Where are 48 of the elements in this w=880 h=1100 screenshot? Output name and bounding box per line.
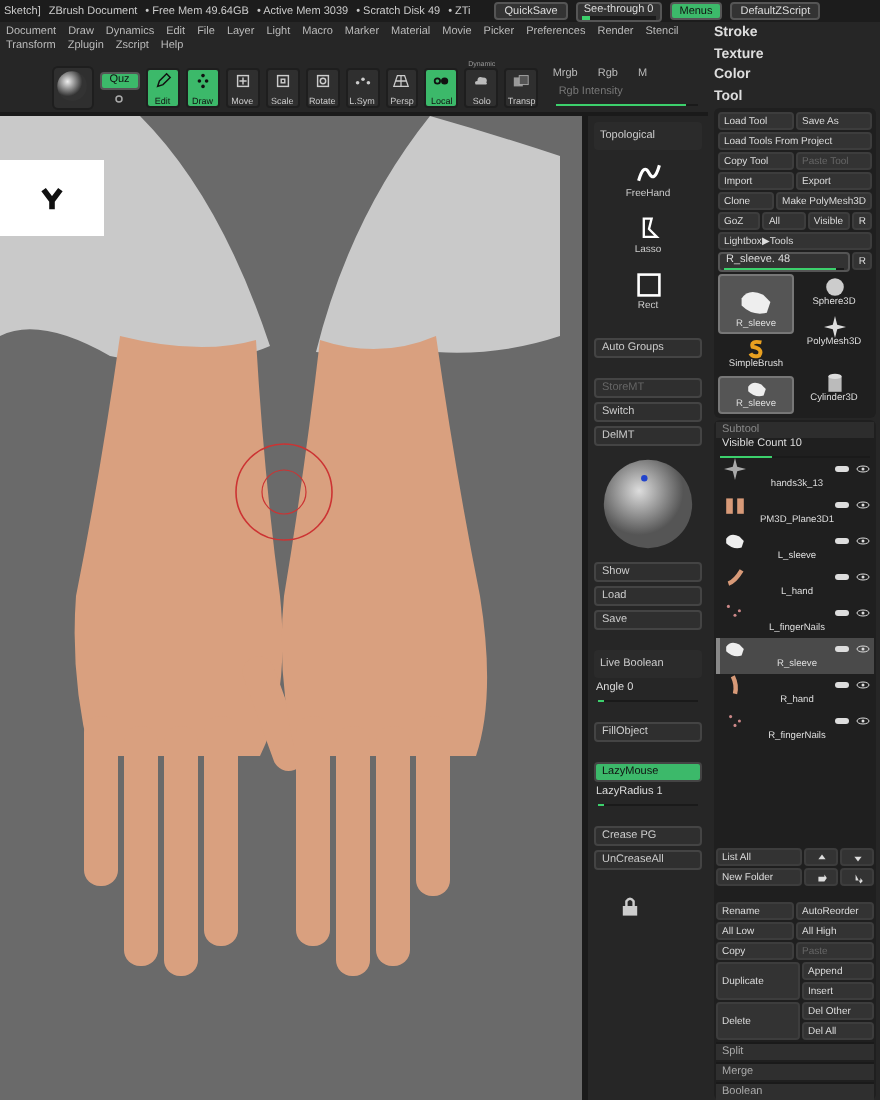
scribble-icon [635,160,661,186]
sleeve-icon [724,530,746,552]
arrow-button[interactable] [804,868,838,886]
toggle-icon [834,536,850,546]
arrow-icon [851,871,863,883]
star-icon [724,458,746,480]
arrow-button[interactable] [840,868,874,886]
eye-icon [856,500,870,510]
material-sphere-icon [602,458,694,550]
toggle-icon [834,464,850,474]
scale-icon [273,71,292,89]
arrow-icon [815,871,827,883]
navigation-panel[interactable] [0,160,104,236]
arrow-up-icon [815,851,827,863]
eye-icon [856,680,870,690]
eye-icon [856,716,870,726]
toggle-icon [834,572,850,582]
eye-icon [856,608,870,618]
sleeve-icon [745,378,767,400]
lock-icon [618,894,642,918]
transparency-icon [512,71,531,89]
sleeve-icon [724,638,746,660]
sphere-icon [823,276,845,298]
eye-icon [856,536,870,546]
material-sphere-button[interactable] [52,65,94,109]
arrow-down-icon [851,851,863,863]
dots-icon [724,710,746,732]
eye-icon [856,572,870,582]
arrow-button[interactable] [804,848,838,866]
rotate-icon [313,71,332,89]
arrow-button[interactable] [840,848,874,866]
cylinder-icon [823,372,845,394]
eye-icon [856,464,870,474]
toggle-icon [834,500,850,510]
toggle-icon [834,680,850,690]
edit-pencil-icon [153,71,172,89]
move-icon [233,71,252,89]
eye-icon [856,644,870,654]
orientation-icon [38,184,66,212]
brush-cursor-icon [234,442,334,542]
toggle-icon [834,644,850,654]
perspective-grid-icon [392,71,411,89]
cloud-icon [472,71,491,89]
toggle-icon [834,608,850,618]
toggle-icon [834,716,850,726]
star-icon [823,316,845,338]
rectangle-icon [635,272,661,298]
squiggle-icon [745,338,767,360]
